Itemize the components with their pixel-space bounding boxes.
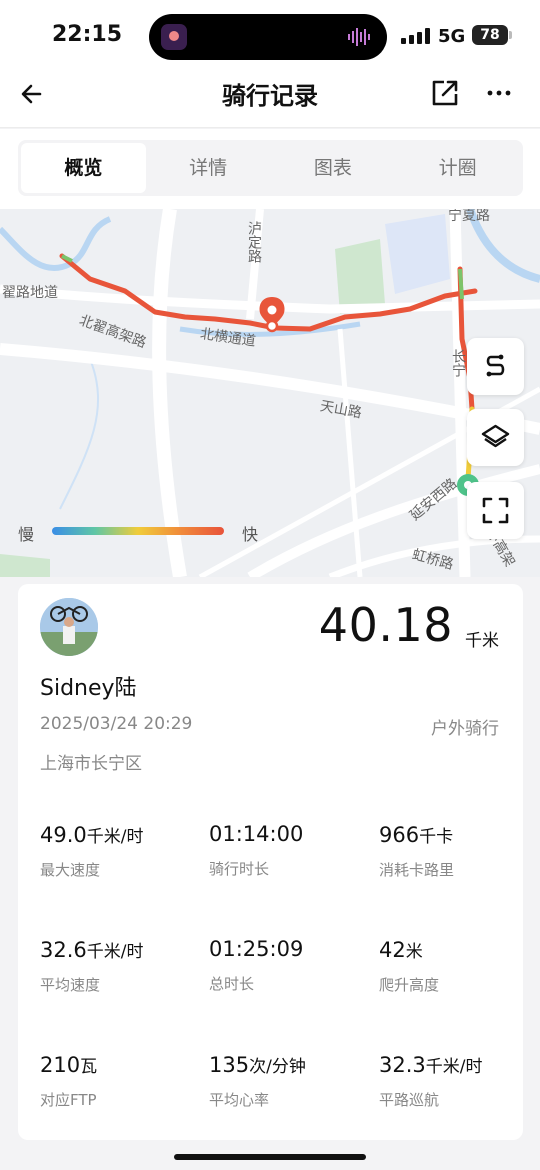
battery-tip bbox=[509, 31, 512, 39]
stat-label: 平均心率 bbox=[209, 1091, 270, 1109]
stat-unit: 千米/时 bbox=[86, 827, 144, 847]
route-map[interactable]: 翟路地道 北翟高架路 北横通道 泸定路 宁夏路 天山路 延安西路 虹桥路 长宁 … bbox=[0, 209, 540, 577]
map-label-road-4: 泸定路 bbox=[246, 221, 262, 263]
ride-summary-card: 40.18 千米 Sidney陆 2025/03/24 20:29 户外骑行 上… bbox=[18, 584, 523, 1140]
stat-label: 最大速度 bbox=[40, 861, 101, 879]
fullscreen-button[interactable] bbox=[467, 482, 524, 539]
avatar-image bbox=[40, 598, 98, 656]
tabs-container: 概览 详情 图表 计圈 bbox=[0, 129, 540, 209]
stat-value: 42 bbox=[379, 938, 406, 962]
stat-avg-heart-rate: 135次/分钟 平均心率 bbox=[209, 1052, 369, 1110]
tab-charts[interactable]: 图表 bbox=[271, 143, 396, 193]
stat-unit: 米 bbox=[405, 942, 423, 962]
nav-bar: 骑行记录 bbox=[0, 72, 540, 128]
stat-label: 平路巡航 bbox=[379, 1091, 440, 1109]
map-label-road-1: 翟路地道 bbox=[2, 285, 58, 301]
speed-legend-slow: 慢 bbox=[18, 525, 35, 544]
username: Sidney陆 bbox=[40, 676, 137, 701]
distance-unit: 千米 bbox=[465, 631, 499, 651]
audio-wave-icon bbox=[348, 28, 370, 46]
stat-elevation-gain: 42米 爬升高度 bbox=[379, 937, 539, 995]
stat-unit: 千卡 bbox=[419, 827, 454, 847]
stat-value: 01:14:00 bbox=[209, 822, 304, 846]
stat-value: 135 bbox=[209, 1053, 250, 1077]
total-distance: 40.18 bbox=[318, 598, 453, 652]
tab-overview[interactable]: 概览 bbox=[21, 143, 146, 193]
fullscreen-icon bbox=[482, 497, 509, 524]
stat-flat-cruise: 32.3千米/时 平路巡航 bbox=[379, 1052, 539, 1110]
stat-unit: 千米/时 bbox=[86, 942, 144, 962]
tab-laps[interactable]: 计圈 bbox=[395, 143, 520, 193]
more-icon[interactable] bbox=[486, 80, 512, 106]
stat-label: 骑行时长 bbox=[209, 860, 270, 878]
stat-max-speed: 49.0千米/时 最大速度 bbox=[40, 822, 200, 880]
stat-value: 32.6 bbox=[40, 938, 87, 962]
status-time: 22:15 bbox=[52, 22, 123, 47]
stat-label: 消耗卡路里 bbox=[379, 861, 455, 879]
stat-label: 对应FTP bbox=[40, 1091, 97, 1109]
layers-icon bbox=[481, 424, 510, 448]
dynamic-island bbox=[149, 14, 387, 60]
stat-ride-time: 01:14:00 骑行时长 bbox=[209, 822, 369, 879]
tab-details[interactable]: 详情 bbox=[146, 143, 271, 193]
stat-label: 爬升高度 bbox=[379, 976, 440, 994]
cellular-signal-icon bbox=[401, 28, 430, 44]
speed-legend-bar bbox=[52, 527, 224, 535]
avatar[interactable] bbox=[40, 598, 98, 656]
share-icon[interactable] bbox=[430, 78, 460, 108]
status-bar: 22:15 5G 78 bbox=[0, 0, 540, 72]
home-indicator bbox=[174, 1154, 366, 1160]
stat-ftp: 210瓦 对应FTP bbox=[40, 1052, 200, 1110]
route-icon bbox=[486, 354, 505, 377]
ride-datetime: 2025/03/24 20:29 bbox=[40, 714, 193, 734]
stat-unit: 次/分钟 bbox=[249, 1057, 306, 1077]
ride-location: 上海市长宁区 bbox=[40, 754, 142, 774]
segmented-tabs: 概览 详情 图表 计圈 bbox=[18, 140, 523, 196]
stat-value: 966 bbox=[379, 823, 420, 847]
network-type: 5G bbox=[438, 26, 466, 47]
map-label-road-5: 宁夏路 bbox=[448, 209, 490, 224]
now-playing-app-icon bbox=[161, 24, 187, 50]
layers-button[interactable] bbox=[467, 409, 524, 466]
stat-value: 32.3 bbox=[379, 1053, 426, 1077]
activity-type: 户外骑行 bbox=[431, 719, 499, 739]
stat-label: 总时长 bbox=[209, 975, 255, 993]
battery-icon: 78 bbox=[472, 25, 508, 45]
map-background bbox=[0, 209, 540, 577]
stat-calories: 966千卡 消耗卡路里 bbox=[379, 822, 539, 880]
speed-legend-fast: 快 bbox=[242, 525, 259, 544]
stat-unit: 千米/时 bbox=[425, 1057, 483, 1077]
stat-avg-speed: 32.6千米/时 平均速度 bbox=[40, 937, 200, 995]
stat-total-time: 01:25:09 总时长 bbox=[209, 937, 369, 994]
stat-value: 210 bbox=[40, 1053, 81, 1077]
stat-unit: 瓦 bbox=[80, 1057, 98, 1077]
route-toggle-button[interactable] bbox=[467, 338, 524, 395]
stat-label: 平均速度 bbox=[40, 976, 101, 994]
stat-value: 49.0 bbox=[40, 823, 87, 847]
stat-value: 01:25:09 bbox=[209, 937, 304, 961]
map-label-road-9: 长宁 bbox=[450, 349, 466, 377]
